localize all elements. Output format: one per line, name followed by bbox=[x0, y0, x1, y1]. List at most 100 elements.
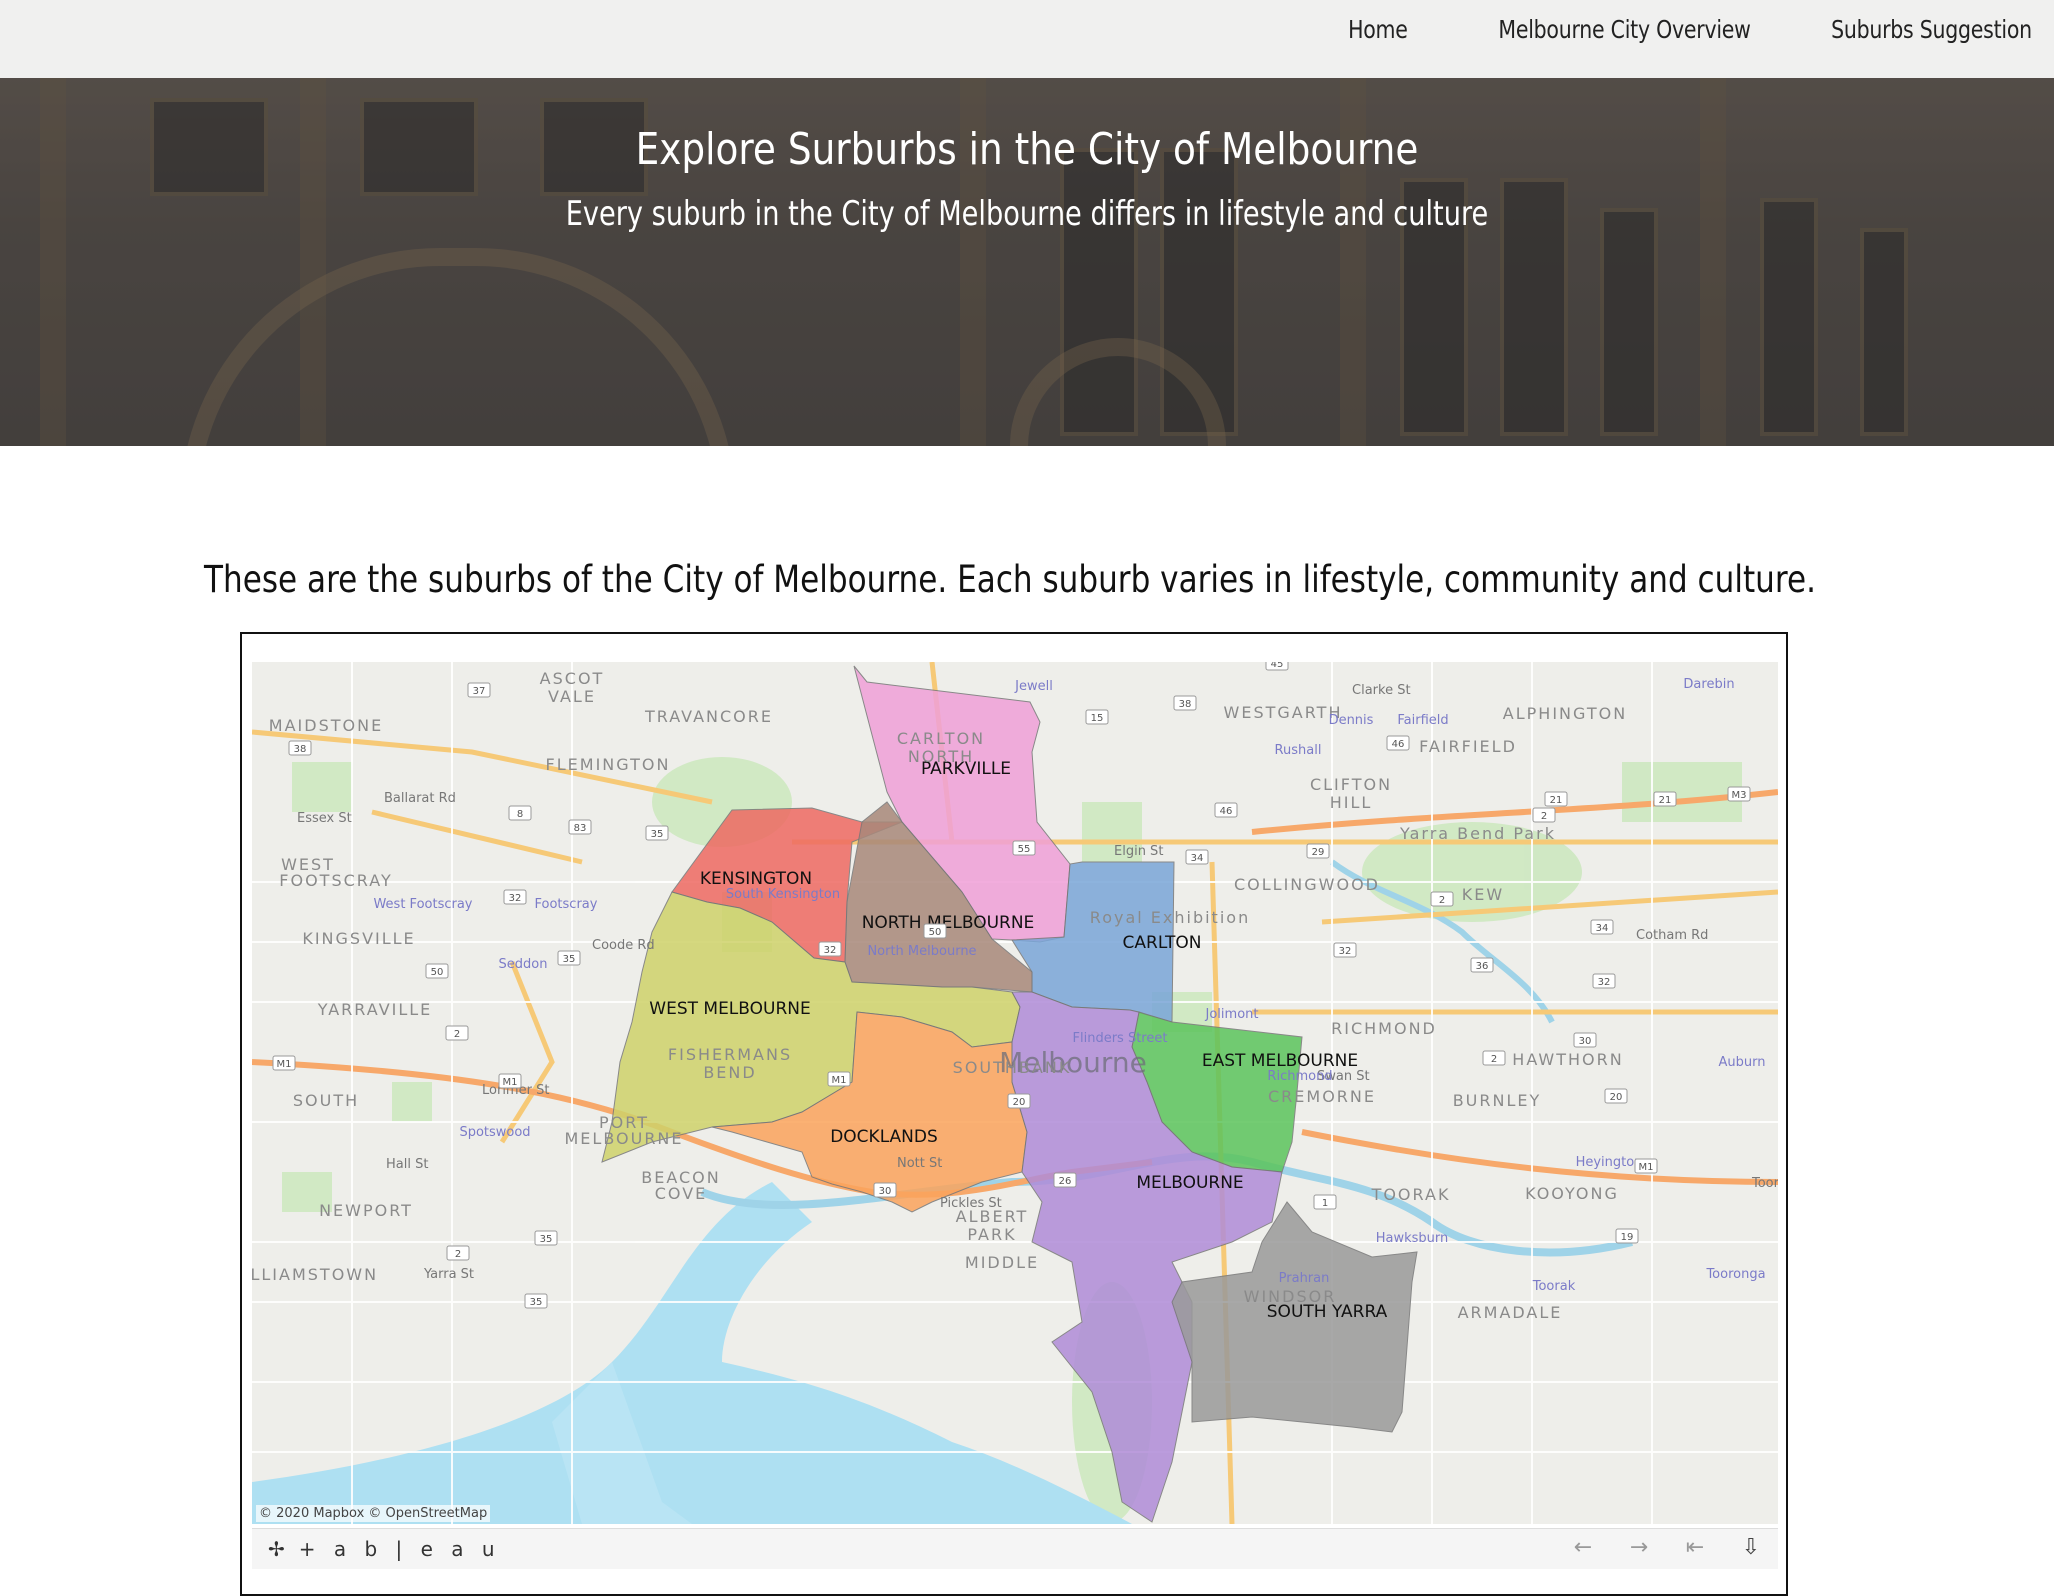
station-label: Richmond bbox=[1267, 1069, 1332, 1084]
road-label: Essex St bbox=[297, 811, 352, 826]
station-label: Jewell bbox=[1014, 679, 1053, 694]
place-label: PARK bbox=[967, 1225, 1016, 1244]
route-number: 32 bbox=[1339, 946, 1352, 957]
suburb-label-melbourne: MELBOURNE bbox=[1136, 1173, 1243, 1193]
place-label: MAIDSTONE bbox=[269, 716, 383, 735]
redo-icon[interactable]: → bbox=[1626, 1535, 1652, 1560]
road-label: Cotham Rd bbox=[1636, 928, 1708, 943]
nav-suggestion-link[interactable]: Suburbs Suggestion bbox=[1831, 15, 2032, 44]
undo-icon[interactable]: ← bbox=[1570, 1535, 1596, 1560]
place-label: WILLIAMSTOWN bbox=[252, 1265, 378, 1284]
route-number: 8 bbox=[517, 809, 523, 820]
station-label: Prahran bbox=[1279, 1271, 1330, 1286]
route-number: 38 bbox=[294, 744, 307, 755]
station-label: Jolimont bbox=[1205, 1007, 1259, 1022]
nav-links: Home Melbourne City Overview Suburbs Sug… bbox=[1335, 0, 2032, 58]
place-label: ALPHINGTON bbox=[1503, 704, 1627, 723]
suburb-label-docklands: DOCKLANDS bbox=[830, 1127, 938, 1147]
route-number: 15 bbox=[1091, 713, 1104, 724]
nav-overview-link[interactable]: Melbourne City Overview bbox=[1499, 15, 1752, 44]
place-label: HILL bbox=[1330, 793, 1373, 812]
place-label: NEWPORT bbox=[319, 1201, 413, 1220]
place-label: MIDDLE bbox=[965, 1253, 1039, 1272]
route-number: 2 bbox=[1541, 811, 1547, 822]
station-label: Toorak bbox=[1532, 1279, 1576, 1294]
route-number: M1 bbox=[277, 1059, 292, 1070]
route-number: 37 bbox=[473, 686, 486, 697]
station-label: West Footscray bbox=[373, 897, 472, 912]
page-title: Explore Surburbs in the City of Melbourn… bbox=[635, 124, 1419, 175]
tableau-embed: PARKVILLE KENSINGTON NORTH MELBOURNE CAR… bbox=[240, 632, 1788, 1596]
place-label: KEW bbox=[1462, 885, 1504, 904]
station-label: Fairfield bbox=[1397, 713, 1448, 728]
station-label: Darebin bbox=[1683, 677, 1734, 692]
place-label: WESTGARTH bbox=[1224, 703, 1343, 722]
route-number: 30 bbox=[879, 1186, 892, 1197]
road-label: Clarke St bbox=[1352, 683, 1411, 698]
station-label: Tooronga bbox=[1705, 1267, 1765, 1282]
place-label: CARLTON bbox=[897, 729, 985, 748]
station-label: Flinders Street bbox=[1073, 1031, 1168, 1046]
tableau-logo-text: + a b | e a u bbox=[298, 1537, 501, 1561]
place-label: COLLINGWOOD bbox=[1234, 875, 1380, 894]
place-label: FOOTSCRAY bbox=[279, 871, 392, 890]
place-label: FISHERMANS bbox=[668, 1045, 792, 1064]
road-label: Hall St bbox=[386, 1157, 428, 1172]
route-number: 50 bbox=[431, 967, 444, 978]
route-number: 20 bbox=[1013, 1097, 1026, 1108]
tableau-logo[interactable]: ✢ + a b | e a u bbox=[268, 1537, 501, 1561]
intro-text: These are the suburbs of the City of Mel… bbox=[204, 558, 1816, 601]
station-label: Heyington bbox=[1576, 1155, 1643, 1170]
place-label: TRAVANCORE bbox=[644, 707, 773, 726]
place-label: KINGSVILLE bbox=[302, 929, 415, 948]
road-label: Pickles St bbox=[940, 1196, 1002, 1211]
route-number: 36 bbox=[1476, 961, 1489, 972]
nav-home-link[interactable]: Home bbox=[1348, 15, 1408, 44]
route-number: 32 bbox=[824, 945, 837, 956]
route-number: 2 bbox=[1491, 1054, 1497, 1065]
hero-banner: Explore Surburbs in the City of Melbourn… bbox=[0, 78, 2054, 446]
route-number: 21 bbox=[1550, 795, 1563, 806]
place-label: WINDSOR bbox=[1244, 1287, 1337, 1306]
route-number: M3 bbox=[1732, 790, 1747, 801]
suburb-label-carlton: CARLTON bbox=[1123, 933, 1202, 953]
suburb-label-kensington: KENSINGTON bbox=[700, 869, 812, 889]
route-number: M1 bbox=[1639, 1162, 1654, 1173]
place-label: CLIFTON bbox=[1310, 775, 1392, 794]
suburb-label-west-melbourne: WEST MELBOURNE bbox=[649, 999, 810, 1019]
route-number: 26 bbox=[1059, 1176, 1072, 1187]
place-label: RICHMOND bbox=[1331, 1019, 1437, 1038]
route-number: 35 bbox=[563, 954, 576, 965]
place-label: NORTH bbox=[908, 747, 974, 766]
route-number: 20 bbox=[1610, 1092, 1623, 1103]
route-number: 46 bbox=[1392, 739, 1405, 750]
route-number: 50 bbox=[929, 927, 942, 938]
place-label: TOORAK bbox=[1371, 1185, 1451, 1204]
suburb-map[interactable]: PARKVILLE KENSINGTON NORTH MELBOURNE CAR… bbox=[252, 662, 1778, 1524]
revert-icon[interactable]: ⇤ bbox=[1682, 1535, 1708, 1560]
route-number: 38 bbox=[1179, 699, 1192, 710]
page-subtitle: Every suburb in the City of Melbourne di… bbox=[565, 194, 1489, 234]
road-label: Nott St bbox=[897, 1156, 942, 1171]
download-icon[interactable]: ⇩ bbox=[1738, 1535, 1764, 1560]
place-label: BEND bbox=[703, 1063, 756, 1082]
route-number: 34 bbox=[1191, 853, 1204, 864]
station-label: Footscray bbox=[535, 897, 598, 912]
route-number: 30 bbox=[1579, 1036, 1592, 1047]
place-label: ASCOT bbox=[540, 669, 605, 688]
place-label: FLEMINGTON bbox=[546, 755, 671, 774]
place-label: YARRAVILLE bbox=[317, 1000, 433, 1019]
station-label: North Melbourne bbox=[867, 944, 976, 959]
station-label: Hawksburn bbox=[1376, 1231, 1449, 1246]
place-label: Yarra Bend Park bbox=[1399, 824, 1556, 843]
route-number: 21 bbox=[1659, 795, 1672, 806]
road-label: Yarra St bbox=[423, 1267, 474, 1282]
place-label: HAWTHORN bbox=[1512, 1050, 1623, 1069]
place-label: KOOYONG bbox=[1525, 1184, 1619, 1203]
station-label: Seddon bbox=[499, 957, 548, 972]
road-label: Toorak Rd bbox=[1751, 1176, 1778, 1191]
tableau-logo-icon: ✢ bbox=[268, 1537, 291, 1561]
route-number: 19 bbox=[1621, 1232, 1634, 1243]
route-number: 34 bbox=[1596, 923, 1609, 934]
map-canvas[interactable]: PARKVILLE KENSINGTON NORTH MELBOURNE CAR… bbox=[252, 662, 1778, 1524]
